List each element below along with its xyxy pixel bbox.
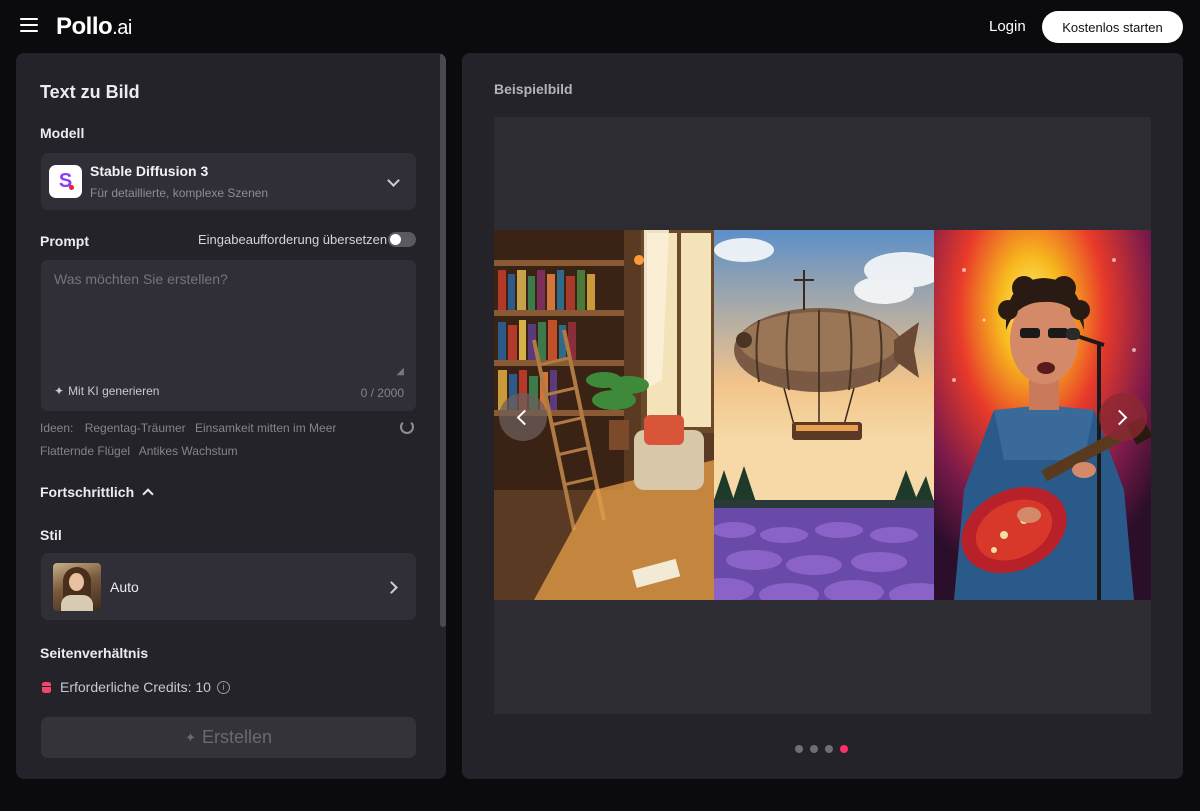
chevron-up-icon — [142, 488, 154, 500]
hamburger-menu-icon[interactable] — [20, 18, 38, 32]
chevron-left-icon — [516, 409, 533, 426]
refresh-ideas-icon[interactable] — [400, 420, 414, 434]
carousel-prev-button[interactable] — [499, 393, 547, 441]
prompt-input[interactable] — [52, 269, 406, 373]
login-link[interactable]: Login — [989, 18, 1026, 35]
model-description: Für detaillierte, komplexe Szenen — [90, 186, 269, 200]
model-selector[interactable]: S Stable Diffusion 3 Für detaillierte, k… — [41, 153, 416, 210]
carousel-dots — [795, 745, 848, 753]
style-value: Auto — [110, 579, 139, 595]
start-free-button[interactable]: Kostenlos starten — [1042, 11, 1183, 43]
character-counter: 0 / 2000 — [360, 386, 404, 400]
info-icon[interactable]: i — [216, 680, 230, 694]
model-label: Modell — [40, 125, 85, 141]
ai-generate-button[interactable]: ✦ Mit KI generieren — [54, 384, 159, 398]
example-panel: Beispielbild — [462, 53, 1183, 779]
chevron-right-icon — [385, 581, 398, 594]
advanced-toggle[interactable]: Fortschrittlich — [40, 484, 154, 500]
credits-info: Erforderliche Credits: 10 i — [42, 679, 230, 695]
idea-chip[interactable]: Einsamkeit mitten im Meer — [195, 421, 336, 435]
chevron-down-icon — [387, 174, 400, 187]
panel-title: Text zu Bild — [40, 82, 140, 102]
ideas-label: Ideen: — [40, 421, 74, 435]
resize-handle-icon[interactable]: ◢ — [396, 366, 404, 377]
panel-scrollbar[interactable] — [440, 53, 446, 627]
style-label: Stil — [40, 527, 62, 543]
credits-text: Erforderliche Credits: 10 — [60, 679, 211, 695]
style-thumbnail — [53, 563, 101, 611]
carousel-dot[interactable] — [810, 745, 818, 753]
advanced-label: Fortschrittlich — [40, 484, 135, 500]
idea-chip[interactable]: Antikes Wachstum — [139, 444, 238, 458]
example-label: Beispielbild — [494, 81, 573, 97]
aspect-ratio-label: Seitenverhältnis — [40, 645, 149, 661]
carousel-dot[interactable] — [795, 745, 803, 753]
translate-toggle[interactable] — [388, 232, 416, 247]
translate-prompt-label: Eingabeaufforderung übersetzen — [198, 232, 388, 247]
create-button[interactable]: ✦ Erstellen — [41, 717, 416, 758]
top-bar: Pollo.ai Login Kostenlos starten — [0, 0, 1200, 53]
logo-suffix: .ai — [112, 17, 132, 39]
style-selector[interactable]: Auto — [41, 553, 416, 620]
logo[interactable]: Pollo.ai — [56, 13, 132, 41]
carousel — [494, 117, 1151, 714]
carousel-dot[interactable] — [825, 745, 833, 753]
ideas-row-2: Flatternde Flügel Antikes Wachstum — [40, 444, 244, 458]
carousel-image-airship[interactable] — [714, 230, 934, 600]
idea-chip[interactable]: Regentag-Träumer — [85, 421, 186, 435]
chevron-right-icon — [1111, 409, 1128, 426]
prompt-box: ◢ ✦Mit KI generieren 0 / 2000 — [41, 260, 416, 411]
carousel-next-button[interactable] — [1099, 393, 1147, 441]
credits-icon — [42, 681, 51, 693]
idea-chip[interactable]: Flatternde Flügel — [40, 444, 130, 458]
ai-generate-label: Mit KI generieren — [68, 384, 160, 398]
stable-diffusion-logo-icon: S — [49, 165, 82, 198]
toggle-knob — [390, 234, 401, 245]
sparkle-icon: ✦ — [185, 729, 196, 745]
generator-panel: Text zu Bild Modell S Stable Diffusion 3… — [16, 53, 446, 779]
logo-text: Pollo — [56, 13, 113, 40]
prompt-label: Prompt — [40, 233, 89, 249]
sparkle-icon: ✦ — [54, 384, 65, 398]
create-label: Erstellen — [201, 727, 272, 747]
carousel-dot-active[interactable] — [840, 745, 848, 753]
ideas-row-1: Ideen: Regentag-Träumer Einsamkeit mitte… — [40, 421, 342, 435]
model-name: Stable Diffusion 3 — [90, 163, 209, 179]
